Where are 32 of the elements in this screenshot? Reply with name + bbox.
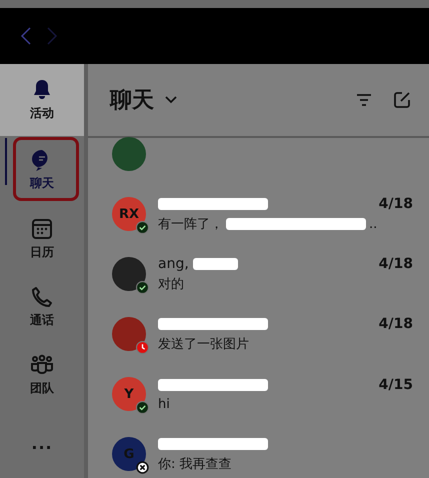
clock-status-icon: [136, 341, 149, 354]
offline-status-icon: [136, 461, 149, 474]
calendar-icon: [30, 216, 54, 241]
ellipsis-text: ..: [369, 216, 378, 232]
available-status-icon: [136, 401, 149, 414]
app-bar-item[interactable]: 通话: [0, 272, 84, 342]
compose-icon[interactable]: [393, 91, 411, 109]
avatar: RX: [112, 197, 146, 231]
message-preview: 对的: [158, 276, 184, 293]
message-preview: 有一阵了，: [158, 216, 223, 233]
available-status-icon: [136, 221, 149, 234]
date-label: 4/18: [378, 256, 413, 272]
message-preview: hi: [158, 396, 170, 412]
available-status-icon: [136, 281, 149, 294]
app-bar-item[interactable]: 活动: [0, 64, 84, 136]
app-bar-item[interactable]: 团队: [0, 341, 84, 410]
contact-name: ang,: [158, 256, 189, 272]
avatar: Y: [112, 377, 146, 411]
app-bar-item[interactable]: 日历: [0, 204, 84, 273]
message-preview: 发送了一张图片: [158, 336, 249, 353]
avatar: [112, 137, 146, 171]
redaction-bar: [192, 258, 238, 270]
phone-icon: [30, 285, 54, 310]
filter-icon[interactable]: [355, 91, 373, 109]
more-button[interactable]: ...: [0, 410, 84, 478]
chat-title: 聊天: [110, 87, 154, 115]
message-preview: 你: 我再查查: [158, 456, 232, 473]
date-label: 4/15: [378, 377, 413, 393]
date-label: 4/18: [378, 316, 413, 332]
date-label: 4/18: [378, 196, 413, 212]
caret-icon[interactable]: [164, 95, 178, 105]
avatar: G: [112, 437, 146, 471]
